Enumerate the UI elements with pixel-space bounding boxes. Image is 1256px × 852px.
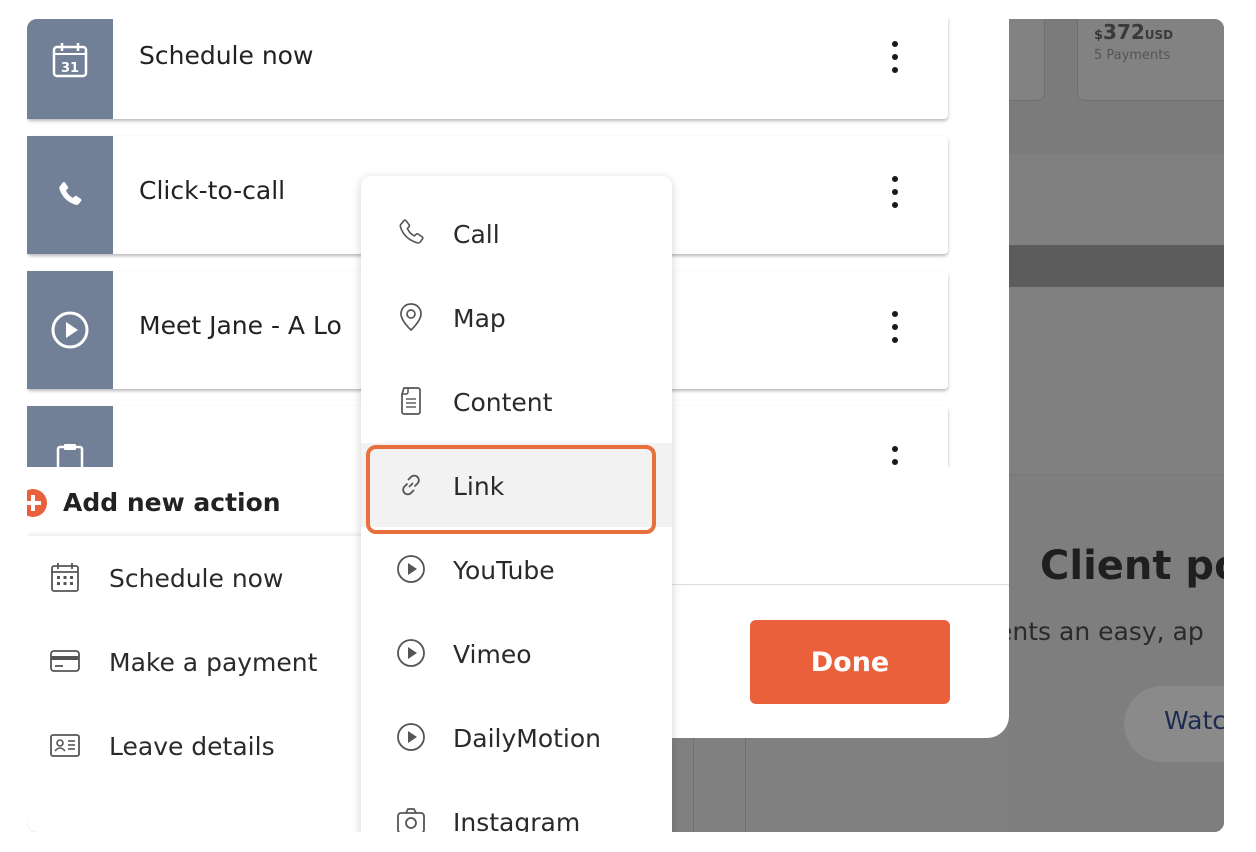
play-circle-icon [397,723,425,751]
more-options-icon[interactable] [885,37,905,77]
play-circle-icon [397,639,425,667]
payment-count: 5 Payments [1094,48,1171,63]
link-highlight-outline [366,445,656,534]
dropdown-item-label: DailyMotion [453,724,602,753]
payment-option-card: $372USD 5 Payments [1077,19,1224,101]
watch-button: Watc [1124,686,1224,762]
done-button[interactable]: Done [750,620,950,704]
row-icon-box [27,136,113,254]
credit-card-icon [50,650,80,672]
menu-item-label: Schedule now [109,564,284,593]
payment-amount: $372USD [1094,20,1174,44]
play-circle-icon [51,311,89,349]
dropdown-item-instagram[interactable]: Instagram [361,779,672,832]
add-action-menu: Schedule now Make a payment Leave detail… [27,536,372,832]
dropdown-item-label: Map [453,304,506,333]
dialog-footer-divider [672,584,1009,585]
menu-item-label: Make a payment [109,648,318,677]
play-circle-icon [397,555,425,583]
action-label: Meet Jane - A Lo [139,311,342,340]
map-pin-icon [400,303,422,332]
dropdown-item-label: Call [453,220,500,249]
dropdown-item-vimeo[interactable]: Vimeo [361,611,672,695]
dropdown-item-label: Content [453,388,553,417]
dropdown-item-call[interactable]: Call [361,191,672,275]
action-label: Schedule now [139,41,314,70]
add-new-action-button[interactable]: Add new action [27,488,281,517]
clipboard-icon [56,444,84,467]
dropdown-item-map[interactable]: Map [361,275,672,359]
row-icon-box: 31 [27,19,113,119]
background-subtitle: ents an easy, ap [997,617,1204,646]
action-row-schedule[interactable]: 31 Schedule now [27,19,948,119]
app-frame: $372USD 5 Payments Client po ents an eas… [27,19,1224,832]
background-banner [1009,245,1224,287]
row-icon-box [27,406,113,467]
phone-icon [399,219,424,244]
svg-text:31: 31 [61,61,79,76]
calendar-icon [51,563,79,592]
dropdown-item-label: Instagram [453,808,581,832]
plus-circle-icon [27,488,47,517]
more-options-icon[interactable] [885,307,905,347]
id-card-icon [50,734,80,757]
dropdown-item-dailymotion[interactable]: DailyMotion [361,695,672,779]
calendar-31-icon: 31 [52,43,88,78]
dropdown-item-label: YouTube [453,556,555,585]
add-new-action-label: Add new action [63,488,281,517]
dropdown-item-content[interactable]: Content [361,359,672,443]
more-options-icon[interactable] [885,442,905,467]
phone-icon [59,182,82,205]
more-options-icon[interactable] [885,172,905,212]
action-label: Click-to-call [139,176,286,205]
document-icon [401,387,421,415]
menu-item-label: Leave details [109,732,275,761]
row-icon-box [27,271,113,389]
background-section [1009,474,1224,832]
dropdown-item-youtube[interactable]: YouTube [361,527,672,611]
dropdown-item-label: Vimeo [453,640,532,669]
background-title: Client po [1040,543,1224,589]
camera-icon [397,808,425,832]
